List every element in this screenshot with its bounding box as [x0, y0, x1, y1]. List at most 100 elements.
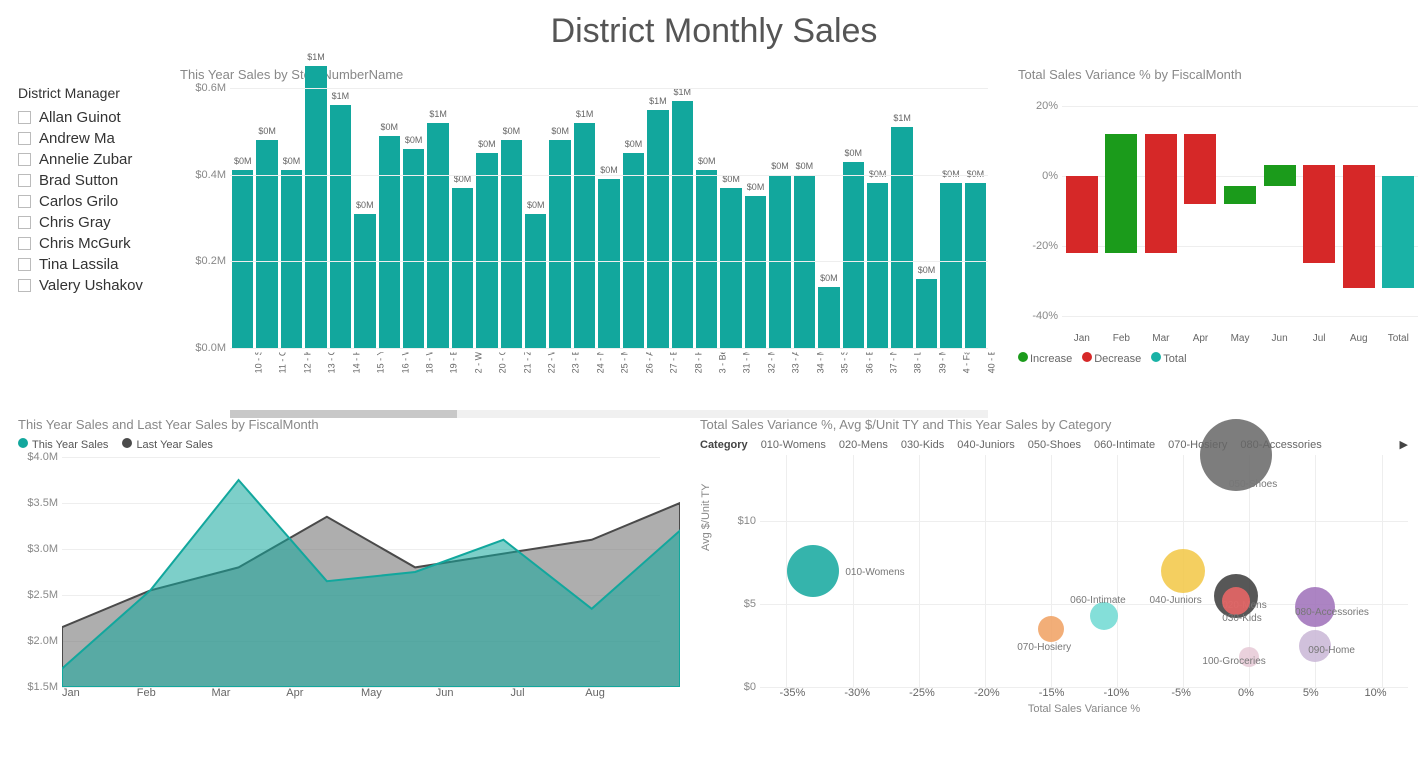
x-tick: -20%: [954, 687, 1019, 699]
waterfall-bar[interactable]: [1105, 134, 1137, 253]
category-scatter-chart[interactable]: Total Sales Variance %, Avg $/Unit TY an…: [680, 407, 1428, 757]
scatter-point-label: 010-Womens: [845, 567, 904, 578]
checkbox-icon[interactable]: [18, 279, 31, 292]
bar[interactable]: $1M: [305, 66, 326, 348]
bar[interactable]: $0M: [281, 170, 302, 348]
bar[interactable]: $0M: [403, 149, 424, 348]
bar[interactable]: $1M: [647, 110, 668, 348]
bar[interactable]: $0M: [232, 170, 253, 348]
waterfall-bar[interactable]: [1066, 176, 1098, 253]
bar[interactable]: $0M: [476, 153, 497, 348]
x-tick: Jul: [1299, 333, 1339, 344]
slicer-item-label: Allan Guinot: [39, 109, 121, 126]
waterfall-bar[interactable]: [1184, 134, 1216, 204]
bar[interactable]: $1M: [891, 127, 912, 348]
scatter-x-axis-label: Total Sales Variance %: [760, 703, 1408, 715]
bar[interactable]: $0M: [452, 188, 473, 348]
scatter-point-label: 050-Shoes: [1229, 479, 1277, 490]
bar[interactable]: $0M: [818, 287, 839, 348]
bar[interactable]: $0M: [501, 140, 522, 348]
bar[interactable]: $1M: [672, 101, 693, 348]
legend-item[interactable]: 030-Kids: [898, 439, 944, 451]
x-tick: -35%: [760, 687, 825, 699]
checkbox-icon[interactable]: [18, 237, 31, 250]
scatter-point[interactable]: [787, 545, 839, 597]
legend-item[interactable]: Total: [1151, 352, 1186, 365]
bar[interactable]: $0M: [525, 214, 546, 348]
waterfall-legend: Increase Decrease Total: [1018, 352, 1418, 365]
area-series[interactable]: [62, 457, 680, 687]
legend-item[interactable]: 050-Shoes: [1025, 439, 1081, 451]
bar[interactable]: $0M: [720, 188, 741, 348]
waterfall-bar[interactable]: [1382, 176, 1414, 288]
store-bar-chart[interactable]: This Year Sales by StoreNumberName $0.0M…: [180, 57, 1008, 407]
district-manager-slicer: District Manager Allan GuinotAndrew MaAn…: [0, 57, 180, 407]
slicer-item-tina-lassila[interactable]: Tina Lassila: [18, 254, 172, 275]
x-tick: Jan: [62, 687, 137, 699]
bar[interactable]: $0M: [379, 136, 400, 348]
bar[interactable]: $0M: [745, 196, 766, 348]
y-tick: $1.5M: [27, 681, 58, 693]
legend-item[interactable]: 010-Womens: [758, 439, 826, 451]
y-tick: $0.6M: [195, 82, 226, 94]
bar[interactable]: $0M: [696, 170, 717, 348]
variance-waterfall-chart[interactable]: Total Sales Variance % by FiscalMonth -4…: [1008, 57, 1428, 407]
checkbox-icon[interactable]: [18, 216, 31, 229]
slicer-item-annelie-zubar[interactable]: Annelie Zubar: [18, 149, 172, 170]
bar[interactable]: $0M: [965, 183, 986, 348]
legend-item[interactable]: This Year Sales: [18, 438, 108, 451]
checkbox-icon[interactable]: [18, 132, 31, 145]
slicer-item-allan-guinot[interactable]: Allan Guinot: [18, 107, 172, 128]
bar[interactable]: $1M: [330, 105, 351, 348]
bar[interactable]: $1M: [574, 123, 595, 348]
bar[interactable]: $0M: [256, 140, 277, 348]
waterfall-bar[interactable]: [1145, 134, 1177, 253]
checkbox-icon[interactable]: [18, 174, 31, 187]
legend-item[interactable]: Decrease: [1082, 352, 1141, 365]
checkbox-icon[interactable]: [18, 111, 31, 124]
slicer-item-andrew-ma[interactable]: Andrew Ma: [18, 128, 172, 149]
legend-item[interactable]: Increase: [1018, 352, 1072, 365]
scatter-y-axis-label: Avg $/Unit TY: [700, 484, 712, 551]
legend-item[interactable]: 060-Intimate: [1091, 439, 1155, 451]
sales-area-chart[interactable]: This Year Sales and Last Year Sales by F…: [0, 407, 680, 757]
scatter-point[interactable]: [1222, 587, 1250, 615]
x-tick: 0%: [1214, 687, 1279, 699]
waterfall-bar[interactable]: [1343, 165, 1375, 288]
slicer-item-valery-ushakov[interactable]: Valery Ushakov: [18, 275, 172, 296]
x-tick: -15%: [1019, 687, 1084, 699]
bar[interactable]: $1M: [427, 123, 448, 348]
waterfall-bar[interactable]: [1264, 165, 1296, 186]
slicer-item-carlos-grilo[interactable]: Carlos Grilo: [18, 191, 172, 212]
checkbox-icon[interactable]: [18, 195, 31, 208]
x-tick: Feb: [1102, 333, 1142, 344]
legend-item[interactable]: 040-Juniors: [954, 439, 1014, 451]
legend-swatch: [1082, 352, 1092, 362]
x-tick: Aug: [585, 687, 660, 699]
checkbox-icon[interactable]: [18, 153, 31, 166]
legend-item[interactable]: 020-Mens: [836, 439, 888, 451]
waterfall-bar[interactable]: [1224, 186, 1256, 204]
bar[interactable]: $0M: [354, 214, 375, 348]
slicer-item-label: Brad Sutton: [39, 172, 118, 189]
scatter-point-label: 100-Groceries: [1202, 656, 1265, 667]
slicer-item-chris-mcgurk[interactable]: Chris McGurk: [18, 233, 172, 254]
bar[interactable]: $0M: [940, 183, 961, 348]
legend-swatch: [18, 438, 28, 448]
legend-title: Category: [700, 439, 748, 451]
legend-swatch: [122, 438, 132, 448]
bar[interactable]: $0M: [843, 162, 864, 348]
slicer-item-brad-sutton[interactable]: Brad Sutton: [18, 170, 172, 191]
bar[interactable]: $0M: [916, 279, 937, 348]
waterfall-bar[interactable]: [1303, 165, 1335, 263]
checkbox-icon[interactable]: [18, 258, 31, 271]
legend-scroll-right-icon[interactable]: ▶: [1400, 438, 1408, 451]
bar[interactable]: $0M: [623, 153, 644, 348]
scatter-point[interactable]: [1038, 616, 1064, 642]
legend-item[interactable]: Last Year Sales: [122, 438, 212, 451]
bar[interactable]: $0M: [867, 183, 888, 348]
bar[interactable]: $0M: [598, 179, 619, 348]
scatter-point[interactable]: [1161, 549, 1205, 593]
bar[interactable]: $0M: [549, 140, 570, 348]
slicer-item-chris-gray[interactable]: Chris Gray: [18, 212, 172, 233]
